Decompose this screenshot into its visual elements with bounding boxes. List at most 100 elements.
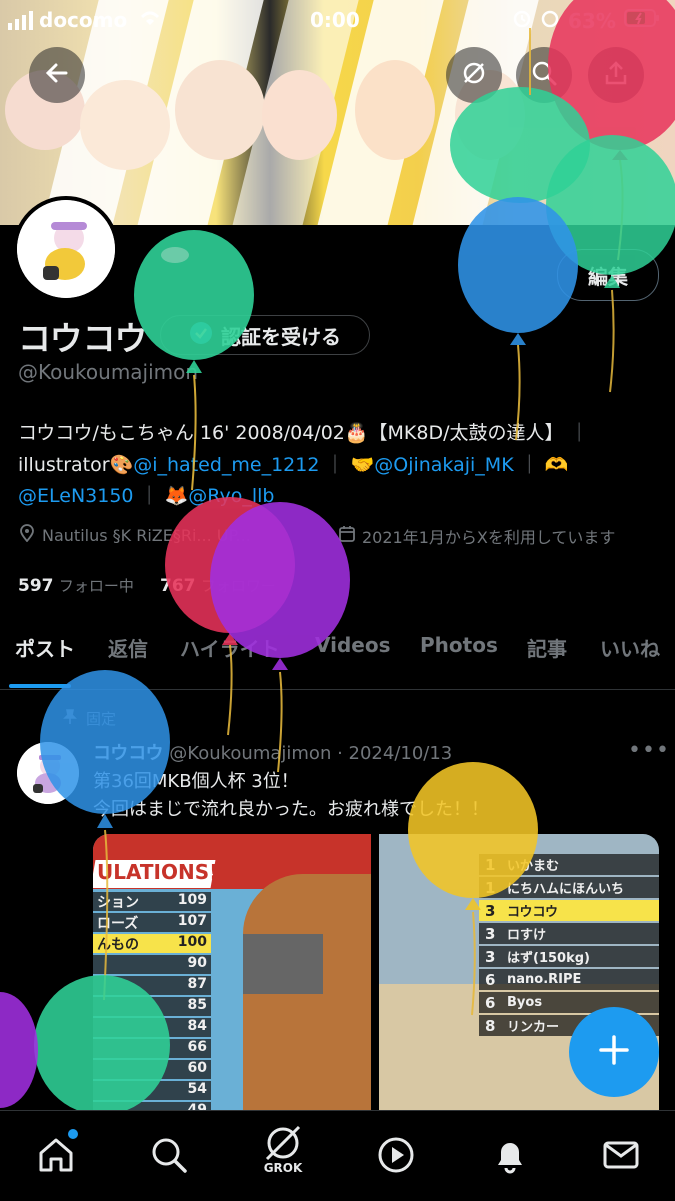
home-icon: [36, 1135, 76, 1179]
profile-joined: 2021年1月からXを利用しています: [338, 524, 615, 548]
following-count-link[interactable]: 597 フォロー中: [18, 575, 134, 596]
post-image-results[interactable]: ULATIONS! ション 109 ローズ 107 んもの 100 90 87 85 84 66 60…: [93, 834, 371, 1110]
bell-icon: [490, 1135, 530, 1179]
bio-separator: ｜: [519, 454, 539, 476]
nav-home[interactable]: [32, 1129, 80, 1181]
score-value: 109: [177, 892, 207, 908]
standing-row: 1 にちハムにほんいち: [479, 877, 659, 898]
active-tab-indicator: [9, 684, 71, 688]
tabs-divider: [0, 689, 675, 690]
score-value: 60: [187, 1060, 207, 1076]
share-button[interactable]: [588, 47, 644, 103]
status-time: 0:00: [310, 8, 360, 32]
standing-rank: 8: [485, 1016, 496, 1035]
compose-button[interactable]: [569, 1007, 659, 1097]
tab-photos[interactable]: Photos: [420, 633, 498, 657]
standing-rank: 3: [485, 924, 496, 943]
bio-mention-4[interactable]: @Ryo_llb: [188, 485, 274, 507]
standing-row: 3 はず(150kg): [479, 946, 659, 967]
score-value: 49: [187, 1102, 207, 1110]
post-author-name[interactable]: コウコウ: [93, 743, 164, 764]
nav-notifications[interactable]: [486, 1133, 534, 1181]
score-row: んもの 100: [93, 934, 211, 953]
search-icon: [149, 1135, 189, 1179]
bio-separator: ｜: [569, 422, 589, 444]
get-verified-label: 認証を受ける: [221, 324, 341, 349]
balloon-purple-bottom: [0, 992, 38, 1108]
calendar-icon: [338, 525, 356, 547]
search-icon: [531, 60, 557, 90]
score-row: 87: [93, 976, 211, 995]
score-name: ローズ: [97, 916, 139, 932]
profile-location: Nautilus §K RiZE§Ri... UP...: [18, 524, 251, 546]
score-row: 90: [93, 955, 211, 974]
bio-separator: ｜: [139, 485, 159, 507]
bio-mention-1[interactable]: @i_hated_me_1212: [133, 454, 319, 476]
bio-mention-2[interactable]: @Ojinakaji_MK: [374, 454, 513, 476]
carrier-label: docomo: [39, 8, 128, 32]
wifi-icon: [139, 8, 161, 32]
score-row: 85: [93, 997, 211, 1016]
standing-row: 3 コウコウ: [479, 900, 659, 921]
post-avatar-illustration: [17, 742, 79, 804]
standing-rank: 6: [485, 993, 496, 1012]
results-banner-text: ULATIONS!: [97, 860, 219, 884]
nav-messages[interactable]: [597, 1133, 645, 1181]
get-verified-button[interactable]: 認証を受ける: [160, 315, 370, 355]
share-icon: [603, 60, 629, 90]
home-notification-dot: [68, 1129, 78, 1139]
score-value: 107: [177, 913, 207, 929]
battery-icon: [623, 8, 660, 33]
signal-icon: [8, 10, 33, 30]
nav-video[interactable]: [372, 1133, 420, 1181]
tab-likes[interactable]: いいね: [600, 633, 660, 662]
bio-mention-3[interactable]: @ELeN3150: [18, 485, 134, 507]
grok-button[interactable]: [446, 47, 502, 103]
followers-count-link[interactable]: 767 フォロワー: [160, 575, 276, 596]
profile-avatar[interactable]: [13, 196, 119, 302]
score-value: 84: [187, 1018, 207, 1034]
location-pin-icon: [18, 524, 36, 546]
tab-posts[interactable]: ポスト: [15, 633, 75, 662]
balloon-blue-right: [458, 197, 578, 441]
fox-emoji: 🦊: [164, 485, 189, 507]
profile-banner[interactable]: [0, 0, 675, 225]
following-count: 597: [18, 576, 54, 596]
following-label: フォロー中: [58, 577, 134, 595]
tab-articles[interactable]: 記事: [527, 633, 567, 662]
bio-text-1: コウコウ/もこちゃん 16' 2008/04/02🎂【MK8D/太鼓の達人】: [18, 422, 564, 444]
standing-row: 6 nano.RIPE: [479, 969, 659, 990]
nav-search[interactable]: [145, 1133, 193, 1181]
grok-icon: [461, 60, 487, 90]
post-author-avatar[interactable]: [17, 742, 79, 804]
edit-profile-button[interactable]: 編集: [557, 249, 659, 301]
status-bar-left: docomo: [8, 8, 161, 32]
post-text-line-2: 今回はまじで流れ良かった。お疲れ様でした！！: [93, 799, 489, 820]
tab-replies[interactable]: 返信: [108, 633, 148, 662]
search-button[interactable]: [516, 47, 572, 103]
profile-name: コウコウ: [18, 319, 148, 358]
back-button[interactable]: [29, 47, 85, 103]
nav-grok[interactable]: GROK: [259, 1125, 307, 1175]
score-value: 90: [187, 955, 207, 971]
handshake-emoji: 🤝: [350, 454, 375, 476]
standing-name: コウコウ: [507, 905, 558, 920]
score-value: 87: [187, 976, 207, 992]
tab-videos[interactable]: Videos: [315, 633, 391, 657]
post-header: コウコウ @Koukoumajimon · 2024/10/13: [93, 739, 452, 765]
pinned-label: 固定: [86, 710, 117, 728]
standing-name: にちハムにほんいち: [507, 882, 625, 897]
bio-separator: ｜: [325, 454, 345, 476]
alarm-icon: [512, 8, 532, 33]
followers-count: 767: [160, 576, 196, 596]
standing-rank: 1: [485, 855, 496, 874]
grok-label: GROK: [263, 1161, 303, 1175]
tab-highlights[interactable]: ハイライト: [180, 633, 280, 662]
bio-line-3: @ELeN3150 ｜ 🦊@Ryo_llb: [18, 481, 274, 508]
post-handle-date: @Koukoumajimon · 2024/10/13: [169, 743, 453, 764]
standing-name: nano.RIPE: [507, 972, 582, 987]
joined-text: 2021年1月からXを利用しています: [362, 528, 616, 547]
score-row: 54: [93, 1081, 211, 1100]
post-more-icon[interactable]: •••: [628, 738, 670, 763]
score-value: 66: [187, 1039, 207, 1055]
